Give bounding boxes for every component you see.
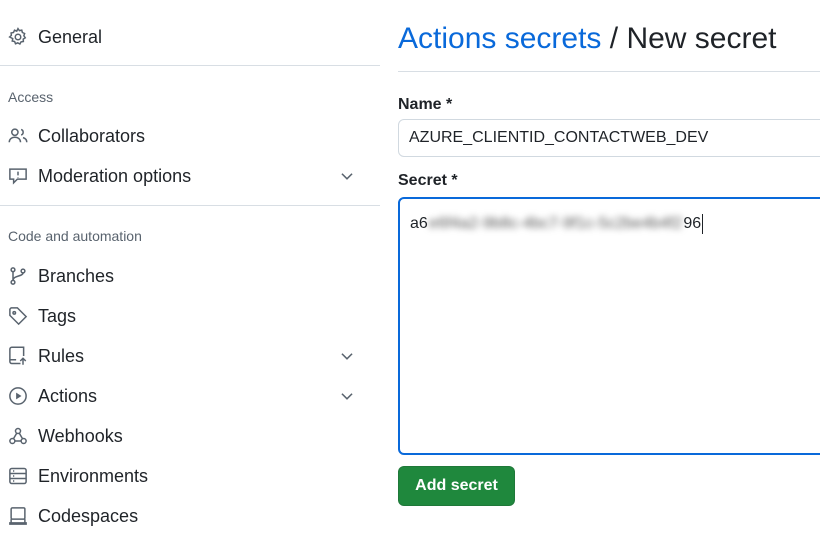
chevron-down-icon[interactable] bbox=[338, 167, 356, 185]
sidebar-item-label: Tags bbox=[38, 305, 77, 326]
name-label: Name * bbox=[398, 96, 453, 113]
sidebar-item-collaborators[interactable]: Collaborators bbox=[0, 118, 372, 154]
sidebar-item-branches[interactable]: Branches bbox=[0, 258, 372, 294]
sidebar-item-label: Moderation options bbox=[38, 165, 192, 186]
sidebar-item-actions[interactable]: Actions bbox=[0, 378, 372, 414]
chevron-down-icon[interactable] bbox=[338, 347, 356, 365]
secret-label: Secret * bbox=[398, 172, 458, 189]
sidebar-item-label: Actions bbox=[38, 385, 98, 406]
secret-value-prefix: a6 bbox=[410, 215, 428, 232]
title-divider bbox=[398, 71, 820, 72]
sidebar-divider bbox=[0, 65, 380, 66]
sidebar-item-webhooks[interactable]: Webhooks bbox=[0, 418, 372, 454]
sidebar-item-label: Collaborators bbox=[38, 125, 146, 146]
play-icon bbox=[8, 386, 28, 406]
add-secret-button[interactable]: Add secret bbox=[398, 466, 515, 506]
sidebar-divider bbox=[0, 205, 380, 206]
breadcrumb-separator: / bbox=[601, 22, 627, 55]
people-icon bbox=[8, 126, 28, 146]
chevron-down-icon[interactable] bbox=[338, 387, 356, 405]
git-branch-icon bbox=[8, 266, 28, 286]
codespaces-icon bbox=[8, 506, 28, 526]
sidebar-item-tags[interactable]: Tags bbox=[0, 298, 372, 334]
secret-value-text: a6 e6f4a2-9b8c-4bc7-9f1c-5c2be4b4f2 96 bbox=[410, 214, 704, 234]
secret-value-textarea[interactable]: a6 e6f4a2-9b8c-4bc7-9f1c-5c2be4b4f2 96 bbox=[398, 197, 820, 455]
sidebar-item-label: Codespaces bbox=[38, 505, 139, 526]
section-heading-access: Access bbox=[8, 89, 54, 105]
sidebar-item-label: General bbox=[38, 26, 103, 47]
sidebar-item-label: Webhooks bbox=[38, 425, 123, 446]
sidebar-item-environments[interactable]: Environments bbox=[0, 458, 372, 494]
sidebar-item-moderation-options[interactable]: Moderation options bbox=[0, 158, 372, 194]
sidebar-item-label: Rules bbox=[38, 345, 85, 366]
redacted-blur: e6f4a2-9b8c-4bc7-9f1c-5c2be4b4f2 bbox=[428, 215, 683, 232]
section-heading-code-automation: Code and automation bbox=[8, 228, 142, 244]
secret-name-input[interactable]: AZURE_CLIENTID_CONTACTWEB_DEV bbox=[398, 119, 820, 157]
breadcrumb-current: New secret bbox=[626, 22, 777, 55]
sidebar-item-codespaces[interactable]: Codespaces bbox=[0, 498, 372, 534]
main-content: Actions secrets / New secret Name * AZUR… bbox=[398, 0, 820, 526]
secret-value-suffix: 96 bbox=[683, 215, 702, 232]
secret-name-value: AZURE_CLIENTID_CONTACTWEB_DEV bbox=[409, 129, 709, 146]
sidebar-item-label: Branches bbox=[38, 265, 115, 286]
gear-icon bbox=[8, 27, 28, 47]
server-icon bbox=[8, 466, 28, 486]
report-icon bbox=[8, 166, 28, 186]
webhook-icon bbox=[8, 426, 28, 446]
breadcrumb-link-actions-secrets[interactable]: Actions secrets bbox=[398, 22, 601, 55]
sidebar-item-label: Environments bbox=[38, 465, 149, 486]
sidebar-item-rules[interactable]: Rules bbox=[0, 338, 372, 374]
settings-sidebar: General Access Collaborators Moderation … bbox=[0, 0, 380, 526]
repo-push-icon bbox=[8, 346, 28, 366]
page-title: Actions secrets / New secret bbox=[398, 22, 776, 56]
tag-icon bbox=[8, 306, 28, 326]
sidebar-item-general[interactable]: General bbox=[0, 19, 372, 55]
text-caret bbox=[702, 214, 704, 234]
